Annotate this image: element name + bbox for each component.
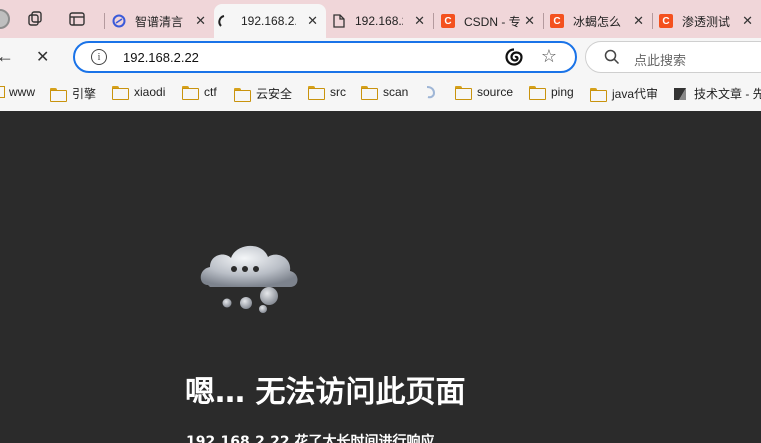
- bookmark-label: src: [330, 85, 346, 99]
- bookmark-label: ping: [551, 85, 574, 99]
- tab-separator: [104, 13, 105, 29]
- tab-actions-icon[interactable]: [68, 10, 86, 28]
- folder-icon: [112, 86, 129, 100]
- bookmarks-bar: www 引擎 xiaodi ctf 云安全 src scan source pi…: [0, 76, 761, 111]
- folder-icon: [182, 86, 199, 100]
- profile-avatar[interactable]: [0, 9, 10, 29]
- csdn-icon: C: [441, 14, 455, 28]
- site-info-icon[interactable]: i: [91, 49, 107, 65]
- tab-title: 智谱清言: [135, 14, 184, 29]
- error-title: 嗯… 无法访问此页面: [185, 375, 466, 410]
- bookmark-label: ctf: [204, 85, 217, 99]
- folder-icon: [361, 86, 378, 100]
- tab-bingxie[interactable]: C 冰蝎怎么 ✕: [543, 4, 652, 38]
- close-icon[interactable]: ✕: [742, 13, 753, 29]
- tab-title: 冰蝎怎么: [573, 14, 622, 29]
- bookmark-engine[interactable]: 引擎: [50, 85, 96, 102]
- folder-icon: [50, 87, 67, 102]
- close-icon[interactable]: ✕: [524, 13, 535, 29]
- page-icon: [332, 14, 346, 28]
- site-favicon-icon: [426, 86, 436, 99]
- bookmark-label: java代审: [612, 87, 659, 101]
- close-icon[interactable]: ✕: [633, 13, 644, 29]
- bookmark-label: source: [477, 85, 514, 99]
- bookmark-src[interactable]: src: [308, 85, 346, 100]
- close-icon[interactable]: ✕: [195, 13, 206, 29]
- search-placeholder: 点此搜索: [634, 53, 687, 68]
- zhipu-icon: [112, 14, 126, 28]
- bookmark-label: www: [9, 85, 35, 99]
- cloud-error-icon: [200, 245, 298, 313]
- bookmark-cloud-security[interactable]: 云安全: [234, 85, 292, 102]
- bookmark-ping[interactable]: ping: [529, 85, 574, 100]
- close-icon[interactable]: ✕: [307, 13, 318, 29]
- address-bar[interactable]: i 192.168.2.22 ☆: [73, 41, 577, 73]
- folder-icon: [234, 87, 251, 102]
- close-icon[interactable]: ✕: [414, 13, 425, 29]
- tab-active[interactable]: 192.168.2. ✕: [214, 4, 326, 38]
- tab-separator: [433, 13, 434, 29]
- bookmark-source[interactable]: source: [455, 85, 514, 100]
- tab-title: 渗透测试: [682, 14, 731, 29]
- tab-separator: [652, 13, 653, 29]
- edge-icon[interactable]: [505, 48, 523, 66]
- bookmark-label: xiaodi: [134, 85, 166, 99]
- bookmark-xiaodi[interactable]: xiaodi: [112, 85, 166, 100]
- folder-icon: [590, 87, 607, 102]
- tab-pentest[interactable]: C 渗透测试 ✕: [652, 4, 761, 38]
- bookmark-ctf[interactable]: ctf: [182, 85, 217, 100]
- tab-strip: 智谱清言 ✕ 192.168.2. ✕ 192.168.2 ✕ C CSDN -…: [0, 0, 761, 38]
- address-url[interactable]: 192.168.2.22: [123, 50, 199, 65]
- toolbar: ← ✕ i 192.168.2.22 ☆ 点此搜索: [0, 38, 761, 76]
- bookmark-label: 云安全: [256, 87, 293, 101]
- back-arrow-icon[interactable]: ←: [0, 46, 14, 67]
- bookmark-java-audit[interactable]: java代审: [590, 85, 658, 102]
- bookmark-tech-articles[interactable]: 技术文章 - 先: [673, 85, 761, 102]
- tab-title: 192.168.2: [355, 14, 403, 28]
- search-box[interactable]: 点此搜索: [585, 41, 761, 73]
- search-icon: [604, 49, 620, 65]
- error-page: 嗯… 无法访问此页面 192.168.2.22 花了太长时间进行响应: [0, 111, 761, 443]
- tab-title: 192.168.2.: [241, 14, 296, 28]
- stop-loading-icon[interactable]: ✕: [36, 47, 49, 67]
- bookmark-label: 引擎: [72, 87, 97, 101]
- bookmark-label: scan: [383, 85, 409, 99]
- folder-icon: [455, 86, 472, 100]
- bookmark-www[interactable]: www: [0, 85, 35, 99]
- tab-zhipu[interactable]: 智谱清言 ✕: [104, 4, 214, 38]
- workspaces-icon[interactable]: [26, 10, 44, 28]
- bookmark-label: 技术文章 - 先: [694, 87, 761, 101]
- tab-title: CSDN - 专: [464, 14, 521, 29]
- favorite-star-icon[interactable]: ☆: [541, 46, 557, 67]
- bookmark-site[interactable]: [424, 85, 436, 99]
- csdn-icon: C: [659, 14, 673, 28]
- csdn-icon: C: [550, 14, 564, 28]
- loading-icon: [218, 14, 232, 28]
- tab-csdn[interactable]: C CSDN - 专 ✕: [433, 4, 543, 38]
- tab-page[interactable]: 192.168.2 ✕: [326, 4, 433, 38]
- tab-separator: [543, 13, 544, 29]
- folder-icon: [0, 86, 5, 98]
- xianzhi-icon: [674, 87, 686, 100]
- folder-icon: [308, 86, 325, 100]
- error-subtitle: 192.168.2.22 花了太长时间进行响应: [186, 434, 435, 443]
- folder-icon: [529, 86, 546, 100]
- bookmark-scan[interactable]: scan: [361, 85, 409, 100]
